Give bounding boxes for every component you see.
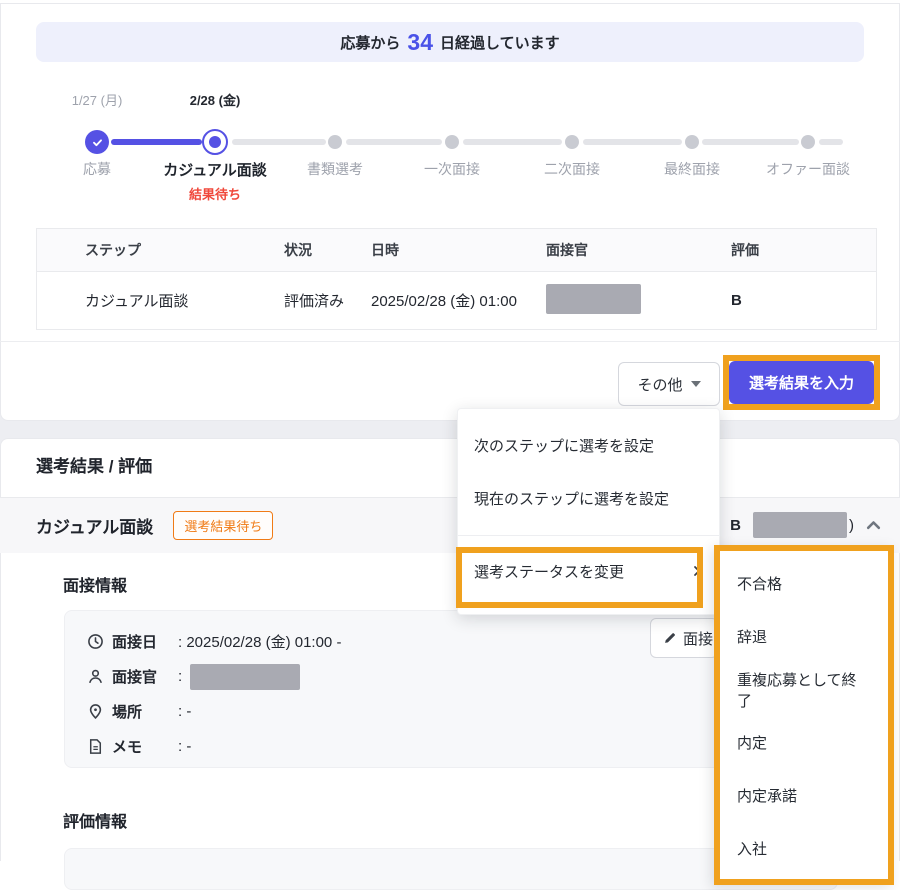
step-label: 二次面接 — [544, 159, 600, 179]
banner-prefix: 応募から — [340, 32, 400, 53]
card-divider — [0, 341, 900, 342]
chevron-up-icon — [865, 517, 882, 534]
rating-summary: : B ) — [717, 511, 882, 539]
evaluation-info-title: 評価情報 — [63, 808, 127, 832]
person-icon — [87, 668, 104, 685]
edit-interview-label: 面接 — [683, 628, 713, 649]
rating-paren: ) — [849, 517, 854, 534]
current-step-note: 結果待ち — [189, 184, 241, 203]
step-node-upcoming — [565, 135, 579, 149]
memo-icon — [87, 738, 104, 755]
steps-table: ステップ 状況 日時 面接官 評価 カジュアル面談 評価済み 2025/02/2… — [36, 228, 877, 330]
menu-item-set-next-step[interactable]: 次のステップに選考を設定 — [458, 419, 719, 472]
cell-datetime: 2025/02/28 (金) 01:00 — [371, 290, 546, 311]
stepper-connector — [232, 139, 326, 145]
menu-item-set-current-step[interactable]: 現在のステップに選考を設定 — [458, 472, 719, 525]
stepper-connector — [346, 139, 442, 145]
step-label: 一次面接 — [424, 159, 480, 179]
check-icon — [91, 136, 104, 149]
submenu-item-declined[interactable]: 辞退 — [720, 610, 888, 663]
redacted-evaluator-block — [753, 512, 847, 538]
elapsed-days-count: 34 — [407, 31, 433, 54]
more-actions-menu: 次のステップに選考を設定 現在のステップに選考を設定 選考ステータスを変更 — [457, 408, 720, 615]
submenu-item-offer[interactable]: 内定 — [720, 716, 888, 769]
enter-selection-result-button[interactable]: 選考結果を入力 — [729, 361, 874, 404]
cell-rating: B — [731, 292, 876, 309]
step-node-upcoming — [685, 135, 699, 149]
redacted-interviewer-name-block — [190, 664, 300, 690]
memo-label: メモ — [112, 736, 178, 757]
menu-item-change-status[interactable]: 選考ステータスを変更 — [458, 536, 719, 606]
clock-icon — [87, 633, 104, 650]
menu-item-change-status-label: 選考ステータスを変更 — [474, 561, 624, 582]
location-label: 場所 — [112, 701, 178, 722]
caret-down-icon — [691, 381, 701, 387]
stepper-connector-tail — [819, 139, 843, 145]
more-actions-button[interactable]: その他 — [618, 362, 720, 406]
stepper-connector — [702, 139, 799, 145]
submenu-item-rejected[interactable]: 不合格 — [720, 557, 888, 610]
submenu-item-duplicate-closed[interactable]: 重複応募として終了 — [720, 663, 888, 716]
cell-step: カジュアル面談 — [85, 290, 284, 311]
banner-suffix: 日経過しています — [440, 32, 560, 53]
interview-info-title: 面接情報 — [63, 572, 127, 596]
step-row-title: カジュアル面談 — [36, 513, 153, 538]
col-rating: 評価 — [731, 240, 876, 260]
col-datetime: 日時 — [371, 240, 546, 260]
primary-button-highlight: 選考結果を入力 — [723, 355, 880, 410]
step-node-applied — [85, 130, 109, 154]
elapsed-days-banner: 応募から 34 日経過しています — [36, 22, 864, 62]
cell-status: 評価済み — [284, 290, 371, 311]
submenu-item-offer-accepted[interactable]: 内定承諾 — [720, 769, 888, 822]
step-label-current: カジュアル面談 — [163, 159, 267, 180]
status-submenu: 不合格 辞退 重複応募として終了 内定 内定承諾 入社 — [714, 545, 894, 885]
location-pin-icon — [87, 703, 104, 720]
more-actions-label: その他 — [637, 374, 682, 395]
submenu-item-joined[interactable]: 入社 — [720, 822, 888, 875]
rating-value: B — [730, 517, 741, 534]
collapse-section-toggle[interactable] — [865, 517, 882, 534]
step-node-upcoming — [328, 135, 342, 149]
step-label: オファー面談 — [766, 159, 850, 179]
interviewer-colon: : — [178, 668, 182, 685]
step-node-upcoming — [445, 135, 459, 149]
col-interviewer: 面接官 — [546, 240, 731, 260]
step-date-applied: 1/27 (月) — [72, 90, 123, 109]
step-node-upcoming — [801, 135, 815, 149]
current-step-dot — [209, 136, 221, 148]
stepper-connector — [111, 139, 202, 145]
step-label: 応募 — [83, 159, 111, 179]
step-date-current: 2/28 (金) — [190, 90, 241, 109]
step-label: 書類選考 — [307, 159, 363, 179]
pencil-icon — [663, 631, 677, 645]
memo-value: : - — [178, 738, 191, 755]
table-row: カジュアル面談 評価済み 2025/02/28 (金) 01:00 B — [37, 272, 876, 329]
result-section-title: 選考結果 / 評価 — [36, 452, 152, 477]
step-node-current — [202, 129, 228, 155]
steps-table-header: ステップ 状況 日時 面接官 評価 — [37, 229, 876, 272]
interview-date-label: 面接日 — [112, 631, 178, 652]
awaiting-result-badge: 選考結果待ち — [173, 511, 273, 540]
interviewer-label: 面接官 — [112, 666, 178, 687]
interview-date-value: : 2025/02/28 (金) 01:00 - — [178, 631, 341, 652]
chevron-right-icon — [691, 565, 703, 577]
redacted-interviewer-block — [546, 284, 641, 314]
location-value: : - — [178, 703, 191, 720]
col-status: 状況 — [284, 240, 371, 260]
step-label: 最終面接 — [664, 159, 720, 179]
col-step: ステップ — [85, 240, 284, 260]
edit-interview-button[interactable]: 面接 — [650, 618, 718, 658]
stepper-connector — [463, 139, 562, 145]
stepper-connector — [583, 139, 682, 145]
